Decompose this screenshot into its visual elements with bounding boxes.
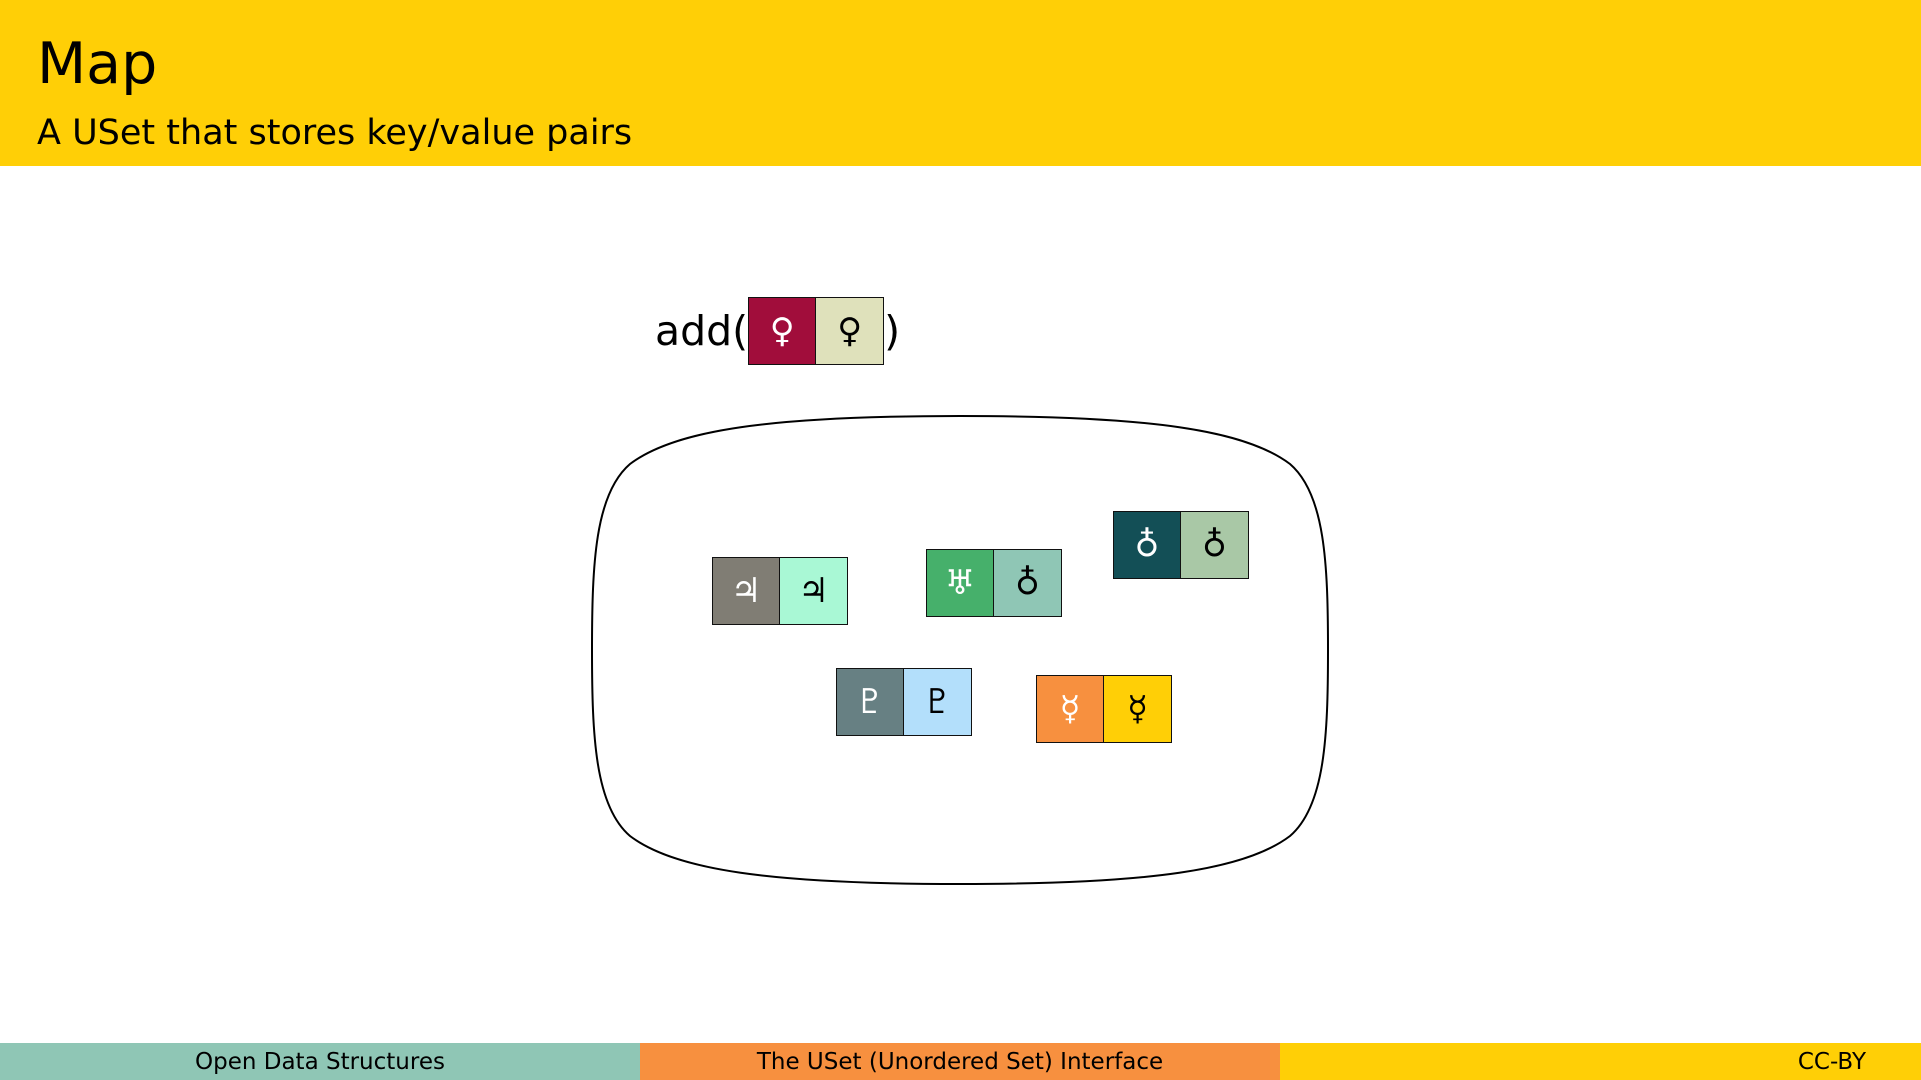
pair-key-cell: ♇ bbox=[836, 668, 904, 736]
pair-key-cell: ♅ bbox=[926, 549, 994, 617]
footer-left-text: Open Data Structures bbox=[195, 1048, 445, 1075]
slide-subtitle: A USet that stores key/value pairs bbox=[37, 113, 633, 153]
slide-title: Map bbox=[37, 31, 158, 97]
footer-center: The USet (Unordered Set) Interface bbox=[640, 1043, 1280, 1080]
new-pair-key-cell: ♀ bbox=[748, 297, 817, 365]
footer-left: Open Data Structures bbox=[0, 1043, 640, 1080]
set-outline bbox=[590, 414, 1330, 886]
set-pair-jupiter: ♃ ♃ bbox=[712, 557, 848, 625]
add-suffix: ) bbox=[884, 307, 901, 355]
new-pair: ♀ ♀ bbox=[748, 297, 885, 365]
new-pair-value-cell: ♀ bbox=[816, 297, 885, 365]
add-prefix: add( bbox=[655, 307, 749, 355]
footer-right-text: CC-BY bbox=[1797, 1048, 1866, 1075]
slide-header: Map A USet that stores key/value pairs bbox=[0, 0, 1921, 166]
set-pair-mercury: ☿ ☿ bbox=[1036, 675, 1172, 743]
pair-key-cell: ☿ bbox=[1036, 675, 1104, 743]
footer-right: CC-BY bbox=[1280, 1043, 1921, 1080]
pair-value-cell: ♃ bbox=[780, 557, 848, 625]
pair-value-cell: ☿ bbox=[1104, 675, 1172, 743]
footer-center-text: The USet (Unordered Set) Interface bbox=[756, 1048, 1164, 1075]
slide-footer: Open Data Structures The USet (Unordered… bbox=[0, 1043, 1921, 1080]
pair-key-cell: ♃ bbox=[712, 557, 780, 625]
set-pair-pluto: ♇ ♇ bbox=[836, 668, 972, 736]
pair-key-cell: ♁ bbox=[1113, 511, 1181, 579]
add-operation: add( ♀ ♀ ) bbox=[655, 296, 900, 366]
pair-value-cell: ♁ bbox=[1181, 511, 1249, 579]
set-pair-earth: ♁ ♁ bbox=[1113, 511, 1249, 579]
slide: Map A USet that stores key/value pairs a… bbox=[0, 0, 1921, 1080]
set-pair-uranus: ♅ ♁ bbox=[926, 549, 1062, 617]
pair-value-cell: ♇ bbox=[904, 668, 972, 736]
pair-value-cell: ♁ bbox=[994, 549, 1062, 617]
